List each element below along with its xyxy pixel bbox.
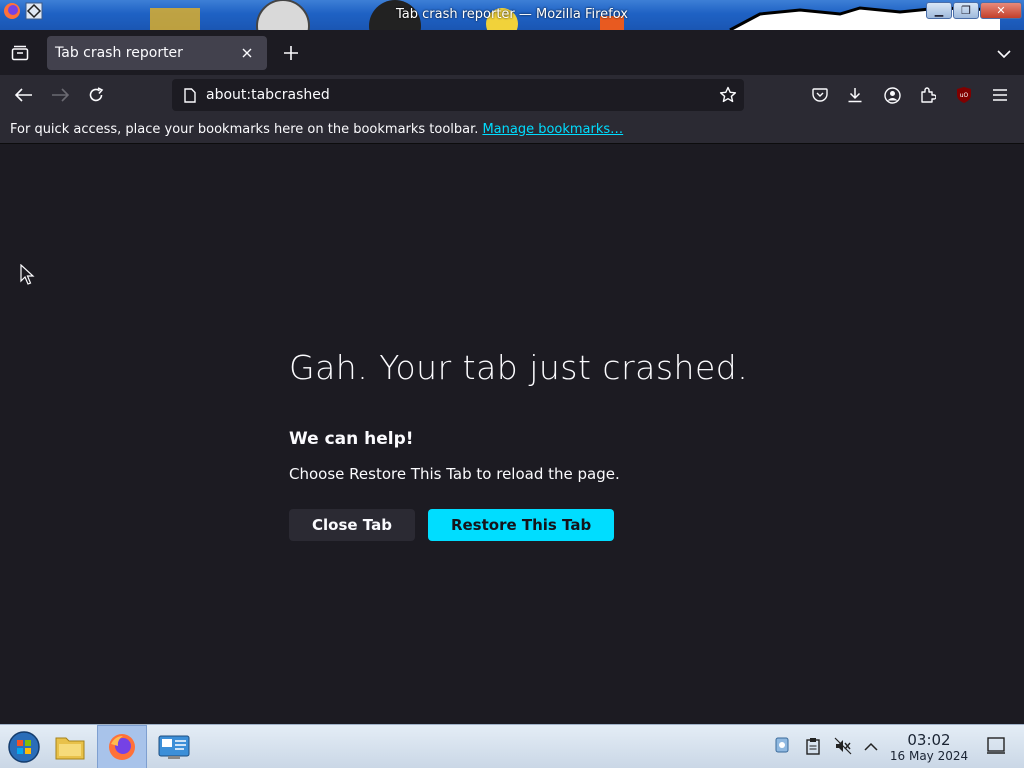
window-controls: ▁ ❐ ✕ — [926, 2, 1022, 19]
tray-volume-muted-icon[interactable] — [832, 735, 854, 757]
firefox-icon — [109, 734, 135, 760]
reload-icon — [89, 87, 104, 102]
url-input[interactable] — [200, 87, 715, 103]
tab-strip: Tab crash reporter — [0, 30, 1024, 75]
account-button[interactable] — [879, 82, 905, 108]
svg-text:uO: uO — [960, 92, 969, 99]
bookmarks-toolbar: For quick access, place your bookmarks h… — [0, 115, 1024, 144]
minimize-icon: ▁ — [934, 4, 944, 17]
close-icon — [242, 48, 252, 58]
hamburger-menu-icon — [993, 89, 1007, 101]
puzzle-icon — [921, 87, 936, 103]
start-orb-icon — [8, 731, 40, 763]
window-titlebar: Tab crash reporter — Mozilla Firefox ▁ ❐… — [0, 0, 1024, 30]
ublock-shield-icon: uO — [957, 87, 971, 103]
firefox-view-button[interactable] — [6, 41, 34, 65]
folder-icon — [55, 737, 85, 760]
ublock-origin-button[interactable]: uO — [951, 82, 977, 108]
start-button[interactable] — [0, 725, 48, 768]
tray-clipboard-icon[interactable] — [802, 735, 824, 757]
star-icon — [719, 86, 737, 103]
arrow-right-icon — [52, 88, 69, 102]
arrow-left-icon — [15, 88, 32, 102]
window-title: Tab crash reporter — Mozilla Firefox — [395, 7, 628, 22]
close-tab-button[interactable]: Close Tab — [289, 509, 415, 541]
back-button[interactable] — [11, 82, 37, 108]
page-content: Gah. Your tab just crashed. We can help!… — [0, 144, 1024, 724]
downloads-button[interactable] — [842, 82, 868, 108]
firefox-view-icon — [11, 45, 29, 61]
tab-tab-crash-reporter[interactable]: Tab crash reporter — [47, 36, 267, 70]
download-icon — [848, 88, 862, 103]
restore-icon: ❐ — [961, 4, 971, 17]
taskbar-file-manager[interactable] — [46, 725, 94, 768]
tab-close-button[interactable] — [237, 43, 257, 63]
crash-button-row: Close Tab Restore This Tab — [289, 509, 759, 541]
os-taskbar: 03:02 16 May 2024 — [0, 724, 1024, 768]
taskbar-firefox[interactable] — [97, 725, 147, 768]
crash-subtitle: We can help! — [289, 429, 414, 449]
crash-panel: Gah. Your tab just crashed. We can help!… — [289, 348, 759, 541]
mouse-cursor-icon — [20, 264, 35, 285]
new-tab-button[interactable] — [278, 40, 304, 66]
restore-tab-button[interactable]: Restore This Tab — [427, 509, 615, 541]
minimize-button[interactable]: ▁ — [926, 2, 952, 19]
tray-show-hidden-icon[interactable] — [860, 735, 882, 757]
maximize-button[interactable]: ❐ — [953, 2, 979, 19]
page-icon — [180, 85, 200, 105]
chevron-down-icon — [997, 50, 1011, 58]
app-menu-button[interactable] — [987, 82, 1013, 108]
page-title: Gah. Your tab just crashed. — [289, 348, 749, 387]
extensions-button[interactable] — [915, 82, 941, 108]
list-all-tabs-button[interactable] — [992, 42, 1016, 66]
tab-label: Tab crash reporter — [55, 45, 183, 61]
tray-network-icon[interactable] — [771, 735, 793, 757]
show-desktop-button[interactable] — [986, 737, 1008, 757]
clock-date: 16 May 2024 — [889, 749, 969, 763]
taskbar-control-panel[interactable] — [150, 725, 198, 768]
taskbar-clock[interactable]: 03:02 16 May 2024 — [880, 731, 978, 763]
control-panel-icon — [158, 735, 190, 759]
close-icon: ✕ — [996, 4, 1006, 17]
account-icon — [883, 86, 901, 104]
url-bar[interactable] — [172, 79, 744, 111]
bookmark-star-button[interactable] — [715, 82, 741, 108]
crash-message: Choose Restore This Tab to reload the pa… — [289, 465, 620, 483]
navigation-toolbar: uO — [0, 75, 1024, 115]
bookmarks-toolbar-hint: For quick access, place your bookmarks h… — [10, 121, 479, 137]
plus-icon — [284, 46, 298, 60]
pocket-button[interactable] — [807, 82, 833, 108]
clock-time: 03:02 — [907, 731, 951, 749]
close-window-button[interactable]: ✕ — [980, 2, 1022, 19]
desktop-icon — [987, 737, 1005, 754]
manage-bookmarks-link[interactable]: Manage bookmarks… — [482, 122, 623, 137]
reload-button[interactable] — [83, 82, 109, 108]
forward-button[interactable] — [47, 82, 73, 108]
pocket-icon — [812, 88, 828, 102]
